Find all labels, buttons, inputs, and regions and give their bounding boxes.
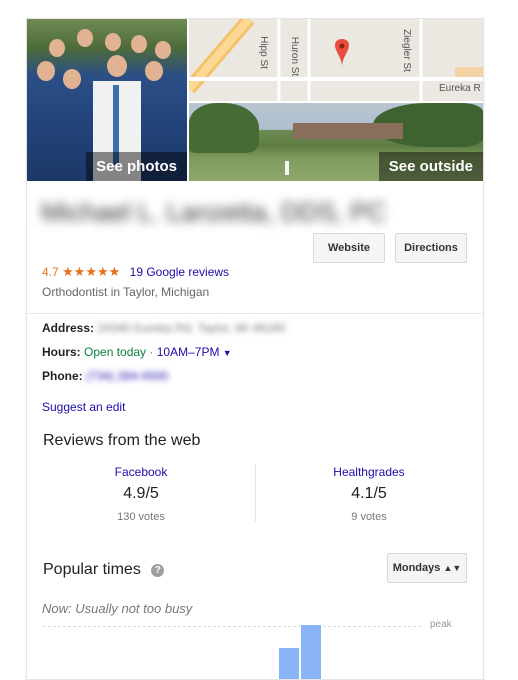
person-face — [63, 69, 81, 89]
rating-row: 4.7 ★★★★★ 19 Google reviews — [42, 264, 229, 280]
person-face — [105, 33, 121, 51]
team-photo[interactable]: See photos — [27, 19, 187, 181]
busy-status: Now: Usually not too busy — [42, 601, 193, 616]
person-face — [37, 61, 55, 81]
day-select-value: Mondays — [392, 562, 441, 574]
hours-row: Hours: Open today · 10AM–7PM ▼ — [42, 345, 232, 359]
tree — [189, 103, 259, 153]
person-face — [145, 61, 163, 81]
hours-status: Open today — [84, 345, 147, 359]
popular-times-title: Popular times — [43, 561, 141, 578]
knowledge-panel: See photos Hipp St Huron St Ziegler St E… — [26, 18, 484, 680]
business-name: Michael L. Lanzetta, DDS, PC — [41, 197, 387, 227]
business-category: Orthodontist in Taylor, Michigan — [42, 285, 210, 299]
review-source-votes: 9 votes — [351, 511, 387, 523]
day-select[interactable]: Mondays ▲▼ — [387, 553, 467, 583]
street-label-eureka: Eureka R — [439, 83, 481, 94]
street-label-huron: Huron St — [289, 36, 301, 77]
review-source-votes: 130 votes — [117, 511, 165, 523]
person-face — [77, 29, 93, 47]
peak-line — [43, 626, 421, 627]
address-value[interactable]: 24340 Eureka Rd, Taylor, MI 48180 — [97, 321, 285, 335]
see-photos-label[interactable]: See photos — [86, 152, 187, 181]
review-source-rating: 4.9/5 — [123, 485, 159, 502]
person-face — [49, 39, 65, 57]
reviews-web-title: Reviews from the web — [43, 432, 201, 449]
street-label-hipp: Hipp St — [257, 36, 269, 69]
review-source-facebook: Facebook 4.9/5 130 votes — [27, 465, 255, 523]
divider — [27, 313, 483, 314]
review-source-name[interactable]: Facebook — [27, 465, 255, 479]
street-label-ziegler: Ziegler St — [400, 29, 412, 72]
help-icon[interactable]: ? — [151, 564, 165, 577]
suggest-edit-link[interactable]: Suggest an edit — [42, 400, 125, 414]
hours-label: Hours: — [42, 345, 81, 359]
peak-label: peak — [430, 619, 452, 630]
person-face — [155, 41, 171, 59]
person-figure — [285, 161, 289, 175]
photo-strip: See photos Hipp St Huron St Ziegler St E… — [27, 19, 483, 181]
see-outside-label[interactable]: See outside — [378, 152, 483, 181]
star-rating-icon: ★★★★★ — [62, 264, 121, 279]
street-view-thumbnail[interactable]: See outside — [189, 103, 483, 181]
address-label: Address: — [42, 321, 95, 335]
hours-time: 10AM–7PM — [156, 345, 220, 359]
address-row: Address: 24340 Eureka Rd, Taylor, MI 481… — [42, 321, 285, 335]
review-source-rating: 4.1/5 — [351, 485, 387, 502]
person-face — [131, 35, 147, 53]
phone-label: Phone: — [42, 369, 83, 383]
popular-times-bar[interactable] — [279, 648, 299, 679]
hours-dropdown[interactable]: 10AM–7PM ▼ — [157, 345, 232, 359]
caret-down-icon: ▼ — [222, 348, 232, 358]
map-thumbnail[interactable]: Hipp St Huron St Ziegler St Eureka R — [189, 19, 483, 101]
building — [293, 123, 403, 139]
popular-times-bar[interactable] — [301, 625, 321, 679]
popular-times-header: Popular times ? — [43, 561, 165, 579]
hours-separator: · — [149, 345, 154, 359]
phone-value[interactable]: (734) 284-0000 — [86, 369, 168, 383]
directions-button[interactable]: Directions — [395, 233, 467, 263]
updown-arrow-icon: ▲▼ — [443, 563, 462, 573]
person-face — [107, 55, 127, 77]
website-button[interactable]: Website — [313, 233, 385, 263]
google-reviews-link[interactable]: 19 Google reviews — [130, 265, 229, 279]
phone-row: Phone: (734) 284-0000 — [42, 369, 168, 383]
review-source-healthgrades: Healthgrades 4.1/5 9 votes — [255, 465, 483, 523]
review-source-name[interactable]: Healthgrades — [255, 465, 483, 479]
rating-value: 4.7 — [42, 265, 59, 279]
